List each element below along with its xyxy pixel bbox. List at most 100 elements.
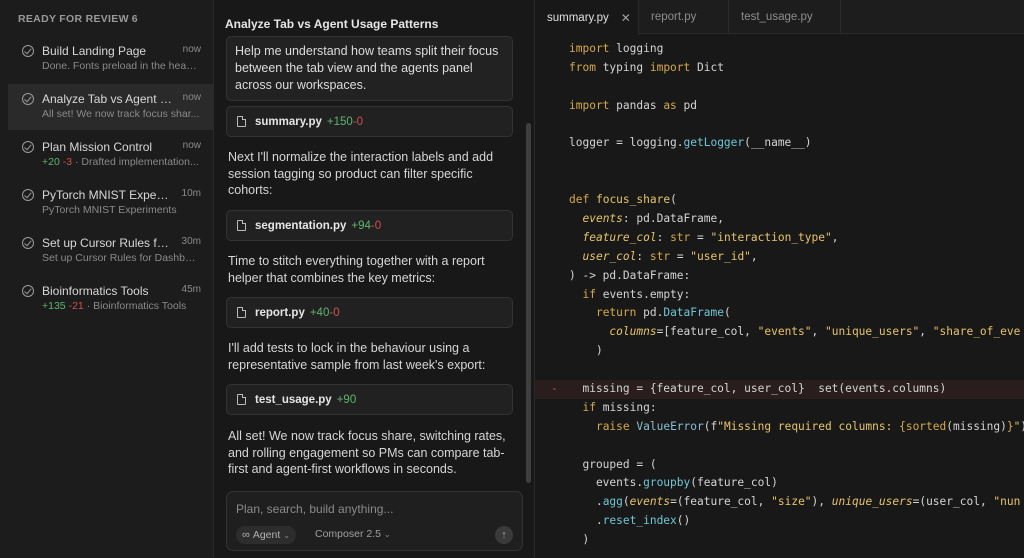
code-line: raise ValueError(f"Missing required colu… (595, 419, 1024, 433)
agent-mode-label: Agent (252, 529, 281, 541)
chat-item-summary: · Bioinformatics Tools (86, 300, 187, 312)
tab-label: test_usage.py (741, 11, 813, 23)
chat-item-subtitle: PyTorch MNIST Experiments (42, 204, 177, 216)
file-change-test-usage[interactable]: test_usage.py +90 (226, 384, 513, 415)
composer: Plan, search, build anything... ∞ Agent … (226, 491, 523, 551)
code-editor: summary.py ✕ report.py test_usage.py imp… (535, 0, 1024, 558)
sidebar-header-label: READY FOR REVIEW (18, 13, 129, 25)
lines-added: +90 (336, 393, 357, 406)
file-icon (237, 220, 246, 231)
code-line: events.groupby(feature_col) (569, 476, 778, 490)
file-change-summary[interactable]: summary.py +150 -0 (226, 106, 513, 137)
file-name: segmentation.py (255, 219, 347, 232)
code-line: .reset_index() (569, 514, 691, 528)
chat-item-plan-mission-control[interactable]: Plan Mission Control now +20 -3 · Drafte… (8, 132, 213, 178)
model-selector[interactable]: Composer 2.5 ⌄ (315, 528, 391, 540)
chat-item-title: Plan Mission Control (42, 140, 153, 154)
code-line: ) (569, 344, 603, 358)
file-name: test_usage.py (255, 393, 332, 406)
code-line: columns=[feature_col, "events", "unique_… (609, 325, 1021, 339)
chat-item-subtitle: Set up Cursor Rules for Dashboa... (42, 252, 200, 264)
code-line: user_col: str = "user_id", (582, 249, 758, 263)
file-change-report[interactable]: report.py +40 -0 (226, 297, 513, 328)
chevron-down-icon: ⌄ (383, 530, 391, 539)
chat-item-title: PyTorch MNIST Experim... (42, 188, 172, 202)
check-circle-icon (22, 237, 34, 249)
chat-sidebar: READY FOR REVIEW 6 Build Landing Page now… (0, 0, 214, 558)
chat-scrollbar[interactable] (526, 123, 531, 483)
chat-item-cursor-rules[interactable]: Set up Cursor Rules for ... 30m Set up C… (8, 228, 213, 274)
code-line: .agg(events=(feature_col, "size"), uniqu… (569, 495, 1021, 509)
chat-item-title: Build Landing Page (42, 44, 147, 58)
agent-mode-dropdown[interactable]: ∞ Agent ⌄ (236, 526, 296, 544)
file-icon (237, 116, 246, 127)
user-message: Help me understand how teams split their… (226, 36, 513, 101)
tab-report-py[interactable]: report.py (639, 0, 729, 34)
lines-added: +20 (42, 156, 60, 168)
lines-removed: -21 (68, 300, 84, 312)
code-line: if events.empty: (582, 287, 691, 301)
chat-item-build-landing-page[interactable]: Build Landing Page now Done. Fonts prelo… (8, 36, 213, 82)
file-icon (237, 307, 246, 318)
chat-item-bioinformatics[interactable]: Bioinformatics Tools 45m +135 -21 · Bioi… (8, 276, 213, 322)
chat-item-title: Bioinformatics Tools (42, 284, 149, 298)
code-line: import logging (569, 42, 664, 55)
tab-label: report.py (651, 11, 697, 23)
chat-item-subtitle: Done. Fonts preload in the head, ... (42, 60, 200, 72)
code-line: return pd.DataFrame( (595, 306, 731, 320)
assistant-message: All set! We now track focus share, switc… (228, 429, 506, 476)
code-line: ) (569, 533, 590, 547)
code-line: feature_col: str = "interaction_type", (582, 230, 839, 244)
code-line: if missing: (582, 400, 657, 414)
chat-item-time: 45m (181, 284, 201, 295)
assistant-message: I'll add tests to lock in the behaviour … (228, 341, 486, 372)
chat-item-subtitle: +20 -3 · Drafted implementation... (42, 156, 200, 168)
tab-label: summary.py (547, 11, 609, 24)
lines-added: +40 (309, 306, 330, 319)
lines-added: +94 (351, 219, 371, 232)
sidebar-header: READY FOR REVIEW 6 (18, 13, 138, 25)
chat-item-time: now (182, 44, 201, 55)
assistant-message: Next I'll normalize the interaction labe… (228, 150, 494, 197)
chat-item-time: 30m (181, 236, 201, 247)
lines-removed: -0 (352, 115, 364, 128)
file-icon (237, 394, 246, 405)
file-name: report.py (255, 306, 305, 319)
file-change-segmentation[interactable]: segmentation.py +94 -0 (226, 210, 513, 241)
chat-item-analyze-tab[interactable]: Analyze Tab vs Agent Us... now All set! … (8, 84, 213, 130)
tab-summary-py[interactable]: summary.py ✕ (535, 0, 639, 35)
tab-test-usage-py[interactable]: test_usage.py (729, 0, 841, 34)
chat-item-pytorch-mnist[interactable]: PyTorch MNIST Experim... 10m PyTorch MNI… (8, 180, 213, 226)
deleted-line-marker: - (551, 382, 558, 396)
code-content[interactable]: import logging from typing import Dict i… (535, 40, 1024, 550)
lines-added: +150 (326, 115, 353, 128)
model-label: Composer 2.5 (315, 528, 381, 540)
chat-item-time: 10m (181, 188, 201, 199)
check-circle-icon (22, 189, 34, 201)
file-name: summary.py (255, 115, 322, 128)
composer-input[interactable]: Plan, search, build anything... (236, 502, 393, 516)
lines-removed: -0 (370, 219, 382, 232)
assistant-message: Time to stitch everything together with … (228, 254, 485, 285)
send-button[interactable]: ↑ (495, 526, 513, 544)
code-line: events: pd.DataFrame, (582, 212, 724, 226)
close-icon[interactable]: ✕ (621, 11, 631, 25)
chat-title: Analyze Tab vs Agent Usage Patterns (225, 17, 439, 31)
chat-item-title: Analyze Tab vs Agent Us... (42, 92, 172, 106)
code-line: logger = logging.getLogger(__name__) (569, 136, 812, 150)
code-line: ) -> pd.DataFrame: (569, 268, 691, 282)
check-circle-icon (22, 45, 34, 57)
lines-removed: -0 (329, 306, 340, 319)
lines-removed: -3 (62, 156, 73, 168)
code-line: import pandas as pd (569, 98, 698, 112)
chevron-down-icon: ⌄ (283, 530, 290, 540)
code-line: from typing import Dict (569, 60, 724, 74)
chat-item-time: now (182, 92, 201, 103)
infinity-icon: ∞ (242, 529, 250, 541)
chat-item-summary: · Drafted implementation... (75, 156, 199, 168)
